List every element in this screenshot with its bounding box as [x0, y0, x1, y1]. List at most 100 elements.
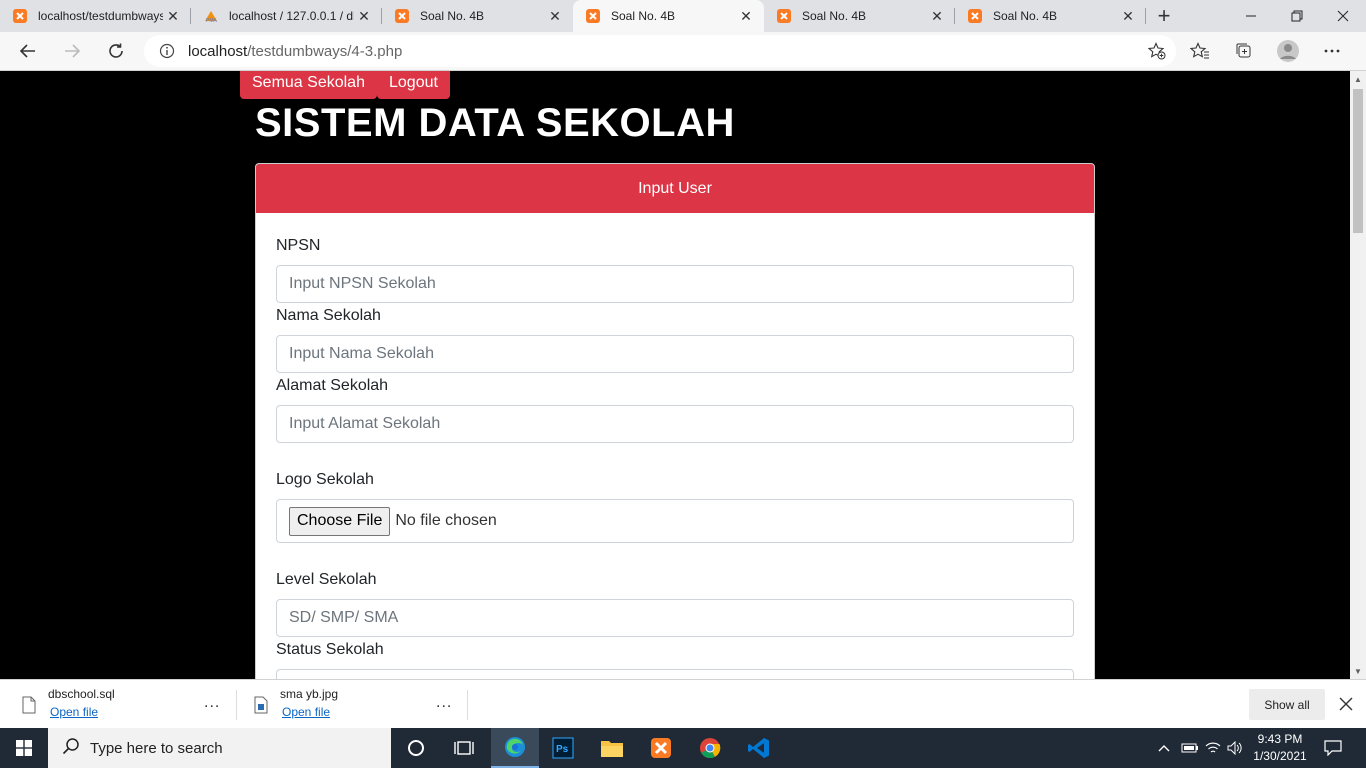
task-view-icon[interactable]	[440, 728, 488, 768]
refresh-icon[interactable]	[94, 34, 138, 68]
phpmyadmin-icon: PMA	[203, 8, 219, 24]
edge-browser-icon[interactable]	[491, 728, 539, 768]
input-form-card: Input User NPSN Input NPSN Sekolah Nama …	[255, 163, 1095, 679]
volume-icon[interactable]	[1224, 741, 1246, 755]
download-item[interactable]: dbschool.sql Open file ...	[0, 680, 232, 729]
xampp-icon	[394, 8, 410, 24]
level-sekolah-input[interactable]: SD/ SMP/ SMA	[276, 599, 1074, 637]
download-filename: dbschool.sql	[48, 687, 115, 701]
info-icon[interactable]	[158, 42, 176, 60]
logout-button[interactable]: Logout	[377, 71, 450, 99]
npsn-input[interactable]: Input NPSN Sekolah	[276, 265, 1074, 303]
taskbar-search-input[interactable]: Type here to search	[48, 728, 391, 768]
download-bar: dbschool.sql Open file ... sma yb.jpg Op…	[0, 679, 1366, 728]
favorites-icon[interactable]	[1178, 35, 1222, 67]
xampp-icon	[776, 8, 792, 24]
restore-icon[interactable]	[1274, 0, 1320, 32]
status-sekolah-input[interactable]	[276, 669, 1074, 679]
semua-sekolah-button[interactable]: Semua Sekolah	[240, 71, 377, 99]
tab-title: localhost/testdumbways/	[38, 9, 163, 23]
system-tray	[1156, 728, 1246, 768]
download-more-icon[interactable]: ...	[436, 694, 452, 712]
cortana-icon[interactable]	[392, 728, 440, 768]
close-tab-icon[interactable]: ✕	[545, 6, 565, 26]
download-item[interactable]: sma yb.jpg Open file ...	[232, 680, 464, 729]
new-tab-icon[interactable]: +	[1146, 0, 1182, 32]
notification-icon[interactable]	[1318, 728, 1348, 768]
back-arrow-icon[interactable]	[6, 34, 50, 68]
tab-title: Soal No. 4B	[993, 9, 1058, 23]
page-scrollbar[interactable]: ▲ ▼	[1350, 71, 1366, 679]
minimize-icon[interactable]	[1228, 0, 1274, 32]
alamat-sekolah-input[interactable]: Input Alamat Sekolah	[276, 405, 1074, 443]
chrome-icon[interactable]	[686, 728, 734, 768]
taskbar-clock[interactable]: 9:43 PM 1/30/2021	[1245, 731, 1315, 765]
browser-tab[interactable]: Soal No. 4B ✕	[955, 0, 1146, 32]
svg-text:PMA: PMA	[206, 18, 218, 24]
file-status-text: No file chosen	[395, 512, 497, 529]
browser-tab[interactable]: Soal No. 4B ✕	[764, 0, 955, 32]
clock-date: 1/30/2021	[1253, 749, 1307, 763]
close-tab-icon[interactable]: ✕	[736, 6, 756, 26]
close-tab-icon[interactable]: ✕	[927, 6, 947, 26]
photoshop-icon[interactable]: Ps	[539, 728, 587, 768]
nama-sekolah-label: Nama Sekolah	[276, 307, 381, 324]
scroll-up-arrow-icon[interactable]: ▲	[1350, 71, 1366, 87]
card-header: Input User	[256, 164, 1094, 213]
close-tab-icon[interactable]: ✕	[354, 6, 374, 26]
browser-tab[interactable]: localhost/testdumbways/ ✕	[0, 0, 191, 32]
xampp-icon	[585, 8, 601, 24]
xampp-icon	[12, 8, 28, 24]
alamat-sekolah-label: Alamat Sekolah	[276, 377, 389, 394]
windows-start-icon[interactable]	[0, 728, 48, 768]
browser-tab[interactable]: PMA localhost / 127.0.0.1 / db ✕	[191, 0, 382, 32]
open-file-link[interactable]: Open file	[282, 705, 330, 719]
vscode-icon[interactable]	[735, 728, 783, 768]
forward-arrow-icon[interactable]	[50, 34, 94, 68]
url-path: /testdumbways/4-3.php	[247, 42, 403, 60]
xampp-taskbar-icon[interactable]	[637, 728, 685, 768]
download-filename: sma yb.jpg	[280, 687, 339, 701]
tab-title: Soal No. 4B	[802, 9, 867, 23]
close-tab-icon[interactable]: ✕	[163, 6, 183, 26]
scroll-down-arrow-icon[interactable]: ▼	[1350, 663, 1366, 679]
scrollbar-thumb[interactable]	[1353, 89, 1363, 233]
choose-file-button[interactable]: Choose File	[289, 506, 391, 536]
toolbar: localhost/testdumbways/4-3.php	[0, 32, 1366, 71]
browser-tab-active[interactable]: Soal No. 4B ✕	[573, 0, 764, 32]
close-window-icon[interactable]	[1320, 0, 1366, 32]
more-menu-icon[interactable]	[1310, 35, 1354, 67]
tab-title: Soal No. 4B	[611, 9, 676, 23]
document-file-icon	[22, 696, 36, 714]
search-icon	[62, 737, 80, 759]
profile-avatar-icon[interactable]	[1266, 35, 1310, 67]
chevron-up-icon[interactable]	[1156, 744, 1172, 752]
npsn-label: NPSN	[276, 237, 321, 254]
download-more-icon[interactable]: ...	[204, 694, 220, 712]
address-bar[interactable]: localhost/testdumbways/4-3.php	[144, 35, 1176, 67]
divider	[467, 690, 468, 720]
logo-sekolah-label: Logo Sekolah	[276, 471, 374, 488]
window-controls	[1228, 0, 1366, 32]
clock-time: 9:43 PM	[1257, 732, 1303, 746]
image-file-icon	[254, 696, 268, 714]
file-explorer-icon[interactable]	[588, 728, 636, 768]
add-favorite-icon[interactable]	[1147, 42, 1166, 64]
status-sekolah-label: Status Sekolah	[276, 641, 384, 658]
collections-icon[interactable]	[1222, 35, 1266, 67]
logo-file-input: Choose File No file chosen	[276, 499, 1074, 543]
open-file-link[interactable]: Open file	[50, 705, 98, 719]
nama-sekolah-input[interactable]: Input Nama Sekolah	[276, 335, 1074, 373]
tab-title: Soal No. 4B	[420, 9, 485, 23]
show-all-button[interactable]: Show all	[1249, 689, 1325, 720]
wifi-icon[interactable]	[1202, 741, 1224, 755]
toolbar-right	[1178, 35, 1354, 67]
svg-text:Ps: Ps	[556, 744, 569, 755]
browser-tab[interactable]: Soal No. 4B ✕	[382, 0, 573, 32]
page-title: SISTEM DATA SEKOLAH	[255, 101, 735, 145]
windows-taskbar: Type here to search Ps 9:43 PM 1/30/2021	[0, 728, 1366, 768]
close-download-bar-icon[interactable]	[1334, 692, 1358, 716]
battery-icon[interactable]	[1178, 742, 1202, 754]
close-tab-icon[interactable]: ✕	[1118, 6, 1138, 26]
page-viewport: Semua Sekolah Logout SISTEM DATA SEKOLAH…	[0, 71, 1350, 679]
